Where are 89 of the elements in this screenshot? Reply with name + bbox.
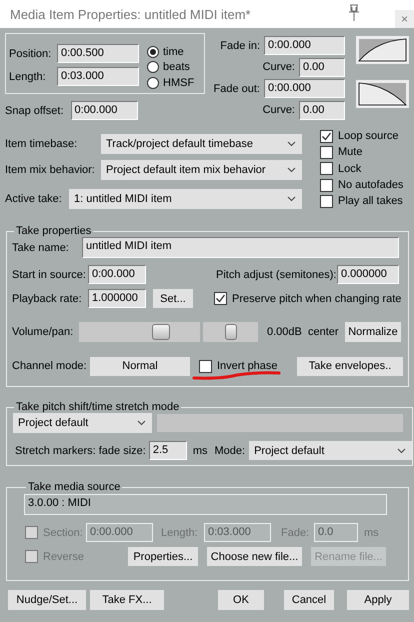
text-field[interactable]: 0.000000: [337, 265, 399, 284]
radio-label[interactable]: HMSF: [163, 76, 194, 89]
field-label: Item timebase:: [5, 138, 78, 150]
checkbox-label[interactable]: Invert phase: [217, 360, 297, 372]
checkbox-label[interactable]: Preserve pitch when changing rate: [232, 292, 402, 304]
checkbox-label[interactable]: Lock: [338, 162, 362, 175]
text-field[interactable]: 0:00.000: [70, 101, 138, 120]
text-field[interactable]: 0:00.000: [264, 79, 345, 98]
slider-thumb[interactable]: [152, 324, 170, 340]
dialog-button[interactable]: Apply: [347, 590, 409, 610]
dialog-button[interactable]: OK: [218, 590, 264, 610]
pin-icon[interactable]: [347, 4, 361, 22]
checkbox[interactable]: [199, 360, 212, 372]
checkbox[interactable]: [320, 146, 333, 159]
field-label: Snap offset:: [5, 104, 64, 116]
checkbox[interactable]: [320, 130, 333, 143]
fade-curve-drawing[interactable]: [356, 80, 409, 108]
field-label: Take name:: [12, 242, 70, 254]
normalize-button[interactable]: Normalize: [345, 322, 401, 342]
chevron-icon: [287, 167, 296, 173]
source-button[interactable]: Properties...: [128, 547, 198, 566]
text-field[interactable]: 0:03.000: [57, 67, 139, 86]
channel-mode-button[interactable]: Normal: [90, 356, 190, 376]
radio-button[interactable]: [147, 76, 159, 89]
text-field[interactable]: 0.00: [299, 100, 345, 120]
checkbox[interactable]: [320, 178, 333, 192]
text-field[interactable]: 0:00.000: [264, 36, 345, 55]
radio-label[interactable]: time: [163, 46, 184, 58]
chevron-icon: [287, 141, 296, 147]
chevron-icon: [397, 448, 406, 454]
dropdown[interactable]: Project default: [249, 441, 412, 460]
take-envelopes-button[interactable]: Take envelopes..: [297, 356, 403, 376]
checkbox[interactable]: [320, 162, 333, 176]
checkbox-label[interactable]: Loop source: [338, 130, 399, 142]
chevron-icon: [287, 196, 296, 202]
checkbox[interactable]: [320, 194, 333, 208]
text-field[interactable]: untitled MIDI item: [82, 237, 399, 258]
field-label: Stretch markers: fade size:: [15, 444, 146, 456]
source-field[interactable]: 3.0.00 : MIDI: [24, 494, 387, 515]
source-button[interactable]: Choose new file...: [207, 547, 302, 566]
radio-button[interactable]: [147, 46, 159, 58]
dropdown[interactable]: Project default item mix behavior: [101, 160, 302, 180]
field-label: Fade:: [281, 526, 310, 538]
radio-label[interactable]: beats: [163, 61, 190, 74]
checkbox-label[interactable]: No autofades: [338, 179, 404, 192]
text-field[interactable]: 0:00.000: [88, 265, 146, 284]
dropdown[interactable]: Project default: [13, 413, 152, 433]
field-label: Playback rate:: [12, 292, 83, 304]
field-label: Active take:: [5, 193, 63, 205]
dropdown[interactable]: 1: untitled MIDI item: [69, 189, 302, 209]
volume-slider[interactable]: [79, 322, 200, 342]
field-label: Position:: [9, 48, 52, 60]
field-label: Curve:: [262, 104, 295, 116]
volume-reading: 0.00dB center: [267, 326, 340, 338]
dialog-button[interactable]: Nudge/Set...: [8, 590, 86, 610]
checkbox-label[interactable]: Play all takes: [338, 195, 403, 208]
field-label: Fade in:: [220, 40, 260, 52]
text-field[interactable]: 0:00.500: [57, 44, 139, 63]
checkbox-label[interactable]: Mute: [338, 146, 362, 158]
window-title: Media Item Properties: untitled MIDI item*: [10, 6, 251, 22]
group-title: Take pitch shift/time stretch mode: [15, 401, 180, 413]
close-button[interactable]: ×: [395, 10, 414, 28]
slider-thumb[interactable]: [224, 324, 236, 340]
set-button[interactable]: Set...: [153, 289, 193, 308]
text-field[interactable]: 1.000000: [88, 289, 146, 308]
field-label: Curve:: [262, 61, 295, 73]
field-label: Volume/pan:: [12, 326, 74, 338]
unit-label: ms: [192, 444, 208, 456]
field-label: Length:: [161, 526, 199, 538]
checkbox[interactable]: [214, 292, 227, 305]
field-label: Channel mode:: [12, 360, 88, 372]
dropdown[interactable]: Track/project default timebase: [101, 134, 302, 154]
group-title: Take media source: [27, 481, 122, 493]
dialog-button[interactable]: Take FX...: [90, 590, 164, 610]
chevron-icon: [137, 420, 146, 426]
field-label: Start in source:: [12, 268, 87, 280]
field-label: Length:: [9, 70, 47, 82]
text-field[interactable]: 0.00: [299, 58, 345, 76]
unit-label: ms: [364, 526, 379, 538]
radio-button[interactable]: [147, 61, 159, 74]
group-title: Take properties: [15, 225, 92, 237]
field-label: Fade out:: [214, 82, 260, 94]
field-label: Pitch adjust (semitones):: [216, 268, 337, 280]
field-label: Mode:: [214, 444, 246, 456]
fade-curve-drawing[interactable]: [356, 36, 409, 64]
field-label: Item mix behavior:: [5, 164, 96, 176]
dialog-button[interactable]: Cancel: [284, 590, 334, 610]
pan-slider[interactable]: [203, 322, 258, 342]
text-field[interactable]: 2.5: [148, 441, 187, 460]
